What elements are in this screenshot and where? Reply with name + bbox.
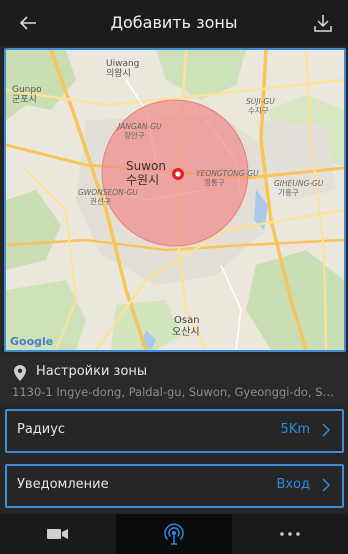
chevron-right-icon: [322, 478, 331, 492]
top-bar: Добавить зоны: [0, 0, 348, 46]
google-logo: Google: [10, 335, 53, 348]
download-icon[interactable]: [312, 12, 334, 34]
more-dots-icon: [280, 532, 300, 536]
notification-label: Уведомление: [17, 477, 109, 492]
map-label-gunpo: Gunpo: [12, 85, 42, 95]
map-label-giheung: GIHEUNG-GU: [274, 179, 324, 188]
zone-map[interactable]: Uiwang 의왕시 Gunpo 군포시 JANGAN-GU 장안구 SUJI-…: [4, 48, 346, 352]
map-label-osan: Osan: [174, 315, 200, 326]
radius-row[interactable]: Радиус 5Km: [5, 409, 344, 453]
notification-value: Вход: [276, 477, 310, 492]
tab-camera[interactable]: [0, 514, 116, 554]
zone-address: 1130-1 Ingye-dong, Paldal-gu, Suwon, Gye…: [12, 385, 338, 399]
map-label-gwonseon: GWONSEON-GU: [78, 188, 138, 197]
bottom-tab-bar: [0, 514, 348, 554]
geofence-signal-icon: [164, 523, 184, 545]
location-marker: [172, 168, 184, 180]
location-pin-icon: [14, 365, 26, 381]
map-label-osan-ko: 오산시: [172, 326, 200, 338]
map-label-suwon: Suwon: [126, 159, 166, 173]
tab-zones[interactable]: [116, 514, 232, 554]
map-label-jangan: JANGAN-GU: [116, 122, 162, 131]
map-label-uiwang: Uiwang: [106, 59, 139, 69]
map-label-giheung-ko: 기흥구: [278, 187, 299, 197]
zone-settings: Настройки зоны 1130-1 Ingye-dong, Paldal…: [0, 356, 348, 406]
page-title: Добавить зоны: [110, 13, 238, 32]
map-label-gunpo-ko: 군포시: [12, 94, 37, 105]
map-label-gwonseon-ko: 권선구: [90, 197, 111, 206]
notification-row[interactable]: Уведомление Вход: [5, 464, 344, 508]
map-label-suji-ko: 수지구: [248, 106, 269, 115]
map-label-yeongtong: YEONGTONG-GU: [196, 169, 259, 178]
map-label-jangan-ko: 장안구: [124, 130, 145, 140]
chevron-right-icon: [322, 423, 331, 437]
tab-more[interactable]: [232, 514, 348, 554]
map-label-yeongtong-ko: 영통구: [204, 177, 225, 187]
map-label-uiwang-ko: 의왕시: [106, 68, 131, 79]
map-label-suwon-ko: 수원시: [126, 173, 159, 187]
video-camera-icon: [47, 529, 68, 539]
zone-settings-label: Настройки зоны: [36, 364, 148, 379]
radius-label: Радиус: [17, 422, 66, 437]
map-label-suji: SUJI-GU: [246, 97, 275, 106]
radius-value: 5Km: [280, 422, 310, 437]
